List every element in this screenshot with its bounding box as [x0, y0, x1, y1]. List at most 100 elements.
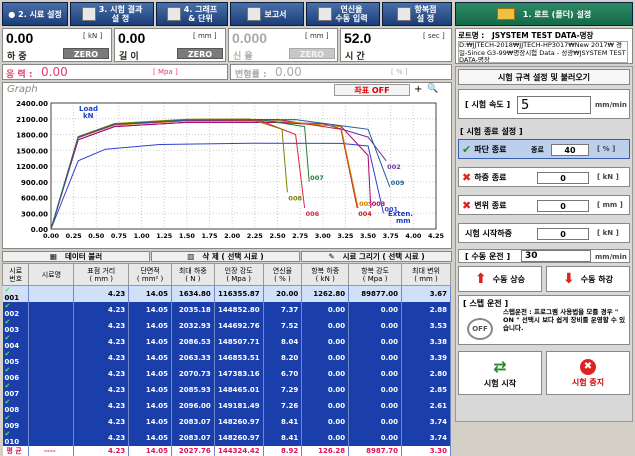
- table-row[interactable]: ✔ 010 4.23 14.05 2083.07 148260.97 8.41 0.00 0.…: [2, 430, 451, 446]
- displacement-end-toggle[interactable]: ✖ 변위 종료 0 [ mm ]: [458, 195, 630, 215]
- column-header[interactable]: 최대 하중 ( N ): [170, 263, 215, 286]
- break-end-toggle[interactable]: ✔ 파단 종료 종료 40 [ % ]: [458, 139, 630, 159]
- average-cell: 2027.76: [171, 446, 215, 456]
- step-run-toggle[interactable]: OFF: [467, 318, 493, 340]
- arrow-down-icon: ⬇: [563, 271, 575, 287]
- displacement-end-input[interactable]: 0: [537, 200, 589, 212]
- table-row[interactable]: ✔ 005 4.23 14.05 2063.33 146853.51 8.20 0.00 0.…: [2, 350, 451, 366]
- table-row[interactable]: ✔ 007 4.23 14.05 2085.93 148465.01 7.29 0.00 0.…: [2, 382, 451, 398]
- sample-number: 005: [4, 358, 20, 366]
- row-check-icon[interactable]: ✔: [5, 350, 11, 358]
- table-row[interactable]: ✔ 001 4.23 14.05 1634.80 116355.87 20.00 1262.…: [2, 285, 451, 302]
- elongation-manual-input-button[interactable]: 연신율 수동 입력: [306, 2, 380, 26]
- stress-value: 0.00: [41, 65, 68, 79]
- start-load-input[interactable]: 0: [537, 228, 589, 240]
- pencil-icon: ✎: [328, 252, 335, 261]
- x-tick-label: 2.25: [247, 232, 264, 240]
- table-cell: 3.74: [401, 430, 451, 446]
- row-check-icon[interactable]: ✔: [5, 302, 11, 310]
- test-speed-group: [ 시험 속도 ] 5 mm/min: [458, 89, 630, 119]
- trash-icon: ▥: [187, 252, 195, 261]
- table-row[interactable]: ✔ 006 4.23 14.05 2070.73 147383.16 6.70 0.00 0.…: [2, 366, 451, 382]
- x-tick-label: 0.75: [111, 232, 128, 240]
- delete-sample-button[interactable]: ▥ 삭 제 ( 선택 시료 ): [151, 251, 300, 262]
- column-header[interactable]: 최대 변위 ( mm ): [401, 263, 451, 286]
- sample-number: 001: [4, 294, 20, 302]
- displacement-zero-button[interactable]: ZERO: [177, 48, 223, 59]
- table-cell: 0.00: [348, 318, 403, 334]
- column-header[interactable]: 시료 번호: [1, 263, 30, 286]
- column-header[interactable]: 시료명: [28, 263, 75, 286]
- load-end-input[interactable]: 0: [537, 172, 589, 184]
- test-speed-input[interactable]: 5: [517, 96, 591, 114]
- row-check-icon[interactable]: ✔: [5, 334, 11, 342]
- table-cell: 6.70: [263, 366, 303, 382]
- manual-up-button[interactable]: ⬆ 수동 상승: [458, 266, 542, 292]
- spec-settings-button[interactable]: 시험 규격 설정 및 불러오기: [458, 69, 630, 85]
- table-cell: 8.04: [263, 334, 303, 350]
- stop-test-button[interactable]: ✖ 시험 중지: [546, 351, 630, 395]
- table-cell: 2085.93: [171, 382, 215, 398]
- load-end-toggle[interactable]: ✖ 하중 종료 0 [ kN ]: [458, 167, 630, 187]
- load-end-unit: [ kN ]: [597, 173, 619, 181]
- x-tick-label: 2.75: [292, 232, 309, 240]
- manual-speed-unit: mm/min: [595, 253, 627, 261]
- manual-speed-input[interactable]: 30: [521, 250, 591, 262]
- graph-unit-button[interactable]: 4. 그래프 & 단위: [156, 2, 228, 26]
- column-header[interactable]: 인장 강도 ( Mpa ): [213, 263, 264, 286]
- row-check-icon[interactable]: ✔: [5, 398, 11, 406]
- table-cell: 1634.80: [171, 285, 215, 302]
- table-cell: 2.85: [401, 382, 451, 398]
- test-speed-unit: mm/min: [595, 101, 627, 109]
- y-tick-label: 1800.00: [16, 132, 48, 140]
- column-header[interactable]: 연신율 ( % ): [262, 263, 303, 286]
- lot-path: D:₩JJTECH-2018₩JJTECH-HP3017₩New 2017₩ 경…: [458, 41, 628, 63]
- lot-folder-settings-button[interactable]: 1. 로트 (폴더) 설정: [455, 2, 633, 26]
- load-zero-button[interactable]: ZERO: [63, 48, 109, 59]
- draw-sample-button[interactable]: ✎ 시료 그리기 ( 선택 시료 ): [301, 251, 452, 262]
- series-line-006: [50, 119, 306, 230]
- extensometer-zero-button[interactable]: ZERO: [289, 48, 335, 59]
- table-cell: 149181.49: [214, 398, 264, 414]
- manual-down-button[interactable]: ⬇ 수동 하강: [546, 266, 630, 292]
- row-check-icon[interactable]: ✔: [5, 414, 11, 422]
- table-row[interactable]: ✔ 008 4.23 14.05 2096.00 149181.49 7.26 0.00 0.…: [2, 398, 451, 414]
- row-check-icon[interactable]: ✔: [5, 430, 11, 438]
- table-cell: 148507.71: [214, 334, 264, 350]
- x-tick-label: 3.50: [360, 232, 377, 240]
- load-unit: [ kN ]: [83, 32, 103, 40]
- row-check-icon[interactable]: ✔: [5, 318, 11, 326]
- series-line-002: [50, 121, 387, 230]
- test-result-settings-button[interactable]: 3. 시험 결과 설 정: [70, 2, 154, 26]
- load-readout: 0.00 [ kN ] 하 중 ZERO: [2, 28, 112, 62]
- series-label: 004: [358, 210, 372, 218]
- sample-settings-button[interactable]: ● 2. 시료 설정: [2, 2, 68, 26]
- table-row[interactable]: ✔ 002 4.23 14.05 2035.18 144852.80 7.37 0.00 0.…: [2, 302, 451, 318]
- table-row[interactable]: ✔ 004 4.23 14.05 2086.53 148507.71 8.04 0.00 0.…: [2, 334, 451, 350]
- row-check-icon[interactable]: ✔: [5, 286, 11, 294]
- table-row[interactable]: ✔ 003 4.23 14.05 2032.93 144692.76 7.52 0.00 0.…: [2, 318, 451, 334]
- column-header[interactable]: 단면적 ( mm² ): [128, 263, 172, 286]
- table-cell: 2.88: [401, 302, 451, 318]
- yield-point-settings-button[interactable]: 항복점 설 정: [382, 2, 452, 26]
- column-header[interactable]: 항복 하중 ( kN ): [301, 263, 350, 286]
- column-header[interactable]: 항복 강도 ( Mpa ): [348, 263, 403, 286]
- table-cell: 2083.07: [171, 430, 215, 446]
- row-check-icon[interactable]: ✔: [5, 366, 11, 374]
- break-end-input[interactable]: 40: [551, 144, 589, 156]
- table-row[interactable]: ✔ 009 4.23 14.05 2083.07 148260.97 8.41 0.00 0.…: [2, 414, 451, 430]
- x-tick-label: 0.50: [88, 232, 105, 240]
- report-button[interactable]: 보고서: [230, 2, 304, 26]
- table-cell: 89877.00: [348, 285, 403, 302]
- start-test-button[interactable]: ⇄ 시험 시작: [458, 351, 542, 395]
- column-header[interactable]: 표점 거리 ( mm ): [73, 263, 130, 286]
- data-load-button[interactable]: ▦ 데이터 불러: [2, 251, 150, 262]
- displacement-label: 길 이: [119, 52, 139, 62]
- x-tick-label: 2.00: [224, 232, 241, 240]
- series-label: 009: [391, 179, 405, 187]
- table-cell: 3.67: [401, 285, 451, 302]
- row-check-icon[interactable]: ✔: [5, 382, 11, 390]
- table-cell: 14.05: [128, 366, 172, 382]
- table-cell: 0.00: [301, 366, 350, 382]
- table-cell: 7.26: [263, 398, 303, 414]
